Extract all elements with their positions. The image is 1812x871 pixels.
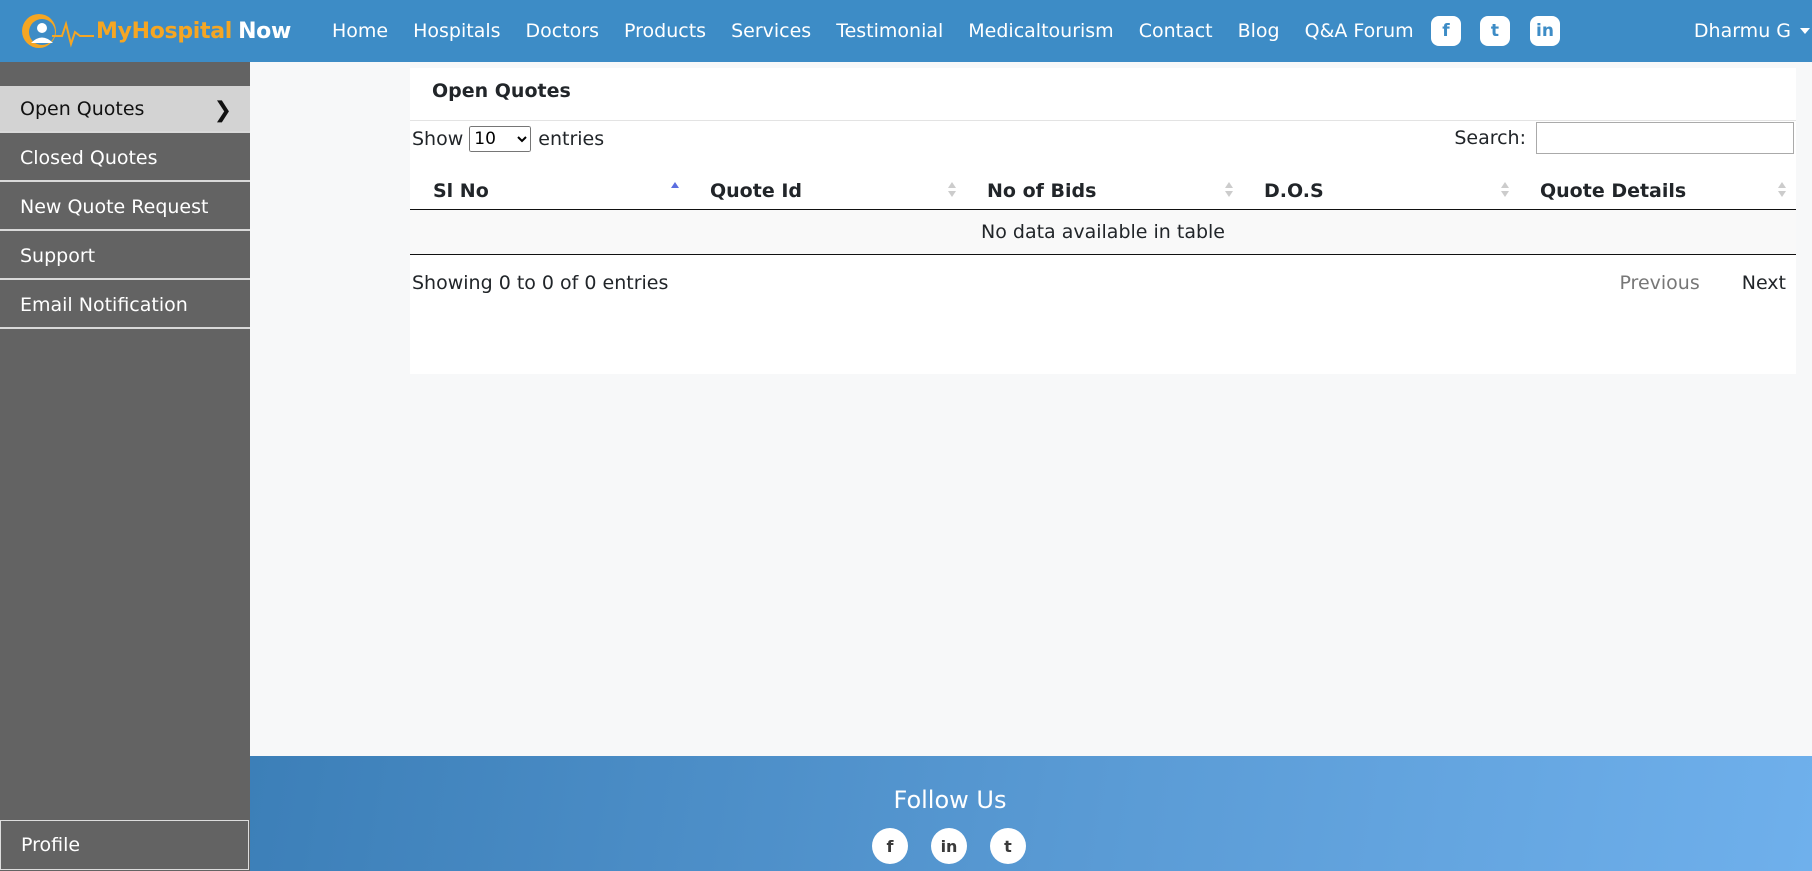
open-quotes-panel: Open Quotes Show 10 25 50 100 entries Se… [410,68,1796,374]
nav-products[interactable]: Products [624,20,706,42]
facebook-icon[interactable]: f [872,828,908,864]
entries-label: entries [538,128,605,150]
user-menu[interactable]: Dharmu G [1694,0,1812,62]
nav-home[interactable]: Home [332,20,388,42]
column-header-dos[interactable]: D.O.S [1264,172,1324,209]
sidebar-item-support[interactable]: Support [0,233,250,280]
chevron-right-icon: ❯ [213,98,232,123]
brand-name-secondary: Now [238,18,292,44]
sort-asc-icon [671,182,679,200]
twitter-icon[interactable]: t [990,828,1026,864]
sort-icon [1778,182,1786,200]
sidebar-item-closed-quotes[interactable]: Closed Quotes [0,135,250,182]
follow-us-heading: Follow Us [893,786,1007,814]
nav-doctors[interactable]: Doctors [526,20,600,42]
table-info: Showing 0 to 0 of 0 entries [412,272,669,294]
sidebar-item-label: Closed Quotes [20,146,158,169]
nav-blog[interactable]: Blog [1238,20,1280,42]
nav-testimonial[interactable]: Testimonial [836,20,943,42]
previous-button[interactable]: Previous [1619,272,1699,294]
search-input[interactable] [1536,122,1794,154]
column-header-quote-details[interactable]: Quote Details [1540,172,1686,209]
sidebar-item-email-notification[interactable]: Email Notification [0,282,250,329]
column-header-no-of-bids[interactable]: No of Bids [987,172,1096,209]
table-row-empty: No data available in table [410,210,1796,255]
sidebar-item-label: Email Notification [20,293,188,316]
sort-icon [1225,182,1233,200]
profile-button[interactable]: Profile [0,820,249,870]
user-name: Dharmu G [1693,20,1791,42]
next-button[interactable]: Next [1742,272,1786,294]
chevron-down-icon [1800,28,1810,34]
sort-icon [948,182,956,200]
table-header: Sl No Quote Id No of Bids D.O.S Quote De… [410,172,1796,211]
linkedin-icon[interactable]: in [1530,16,1560,46]
top-navbar: MyHospital Now Home Hospitals Doctors Pr… [0,0,1812,62]
facebook-icon[interactable]: f [1431,16,1461,46]
nav-medicaltourism[interactable]: Medicaltourism [968,20,1113,42]
pagination: Previous Next [1619,272,1786,294]
brand-logo[interactable]: MyHospital Now [18,10,291,52]
sidebar-item-new-quote-request[interactable]: New Quote Request [0,184,250,231]
table-search: Search: [1454,122,1794,154]
brand-name-primary: MyHospital [96,18,233,44]
entries-select[interactable]: 10 25 50 100 [469,126,532,152]
search-label: Search: [1454,127,1526,149]
sidebar-item-open-quotes[interactable]: Open Quotes ❯ [0,86,250,133]
sidebar-item-label: New Quote Request [20,195,209,218]
nav-hospitals[interactable]: Hospitals [413,20,500,42]
nav-services[interactable]: Services [731,20,811,42]
logo-icon [22,14,94,48]
twitter-icon[interactable]: t [1480,16,1510,46]
entries-length-control: Show 10 25 50 100 entries [412,126,604,152]
page-title: Open Quotes [432,80,571,102]
sidebar: Open Quotes ❯ Closed Quotes New Quote Re… [0,62,250,871]
nav-contact[interactable]: Contact [1139,20,1213,42]
divider [410,120,1796,121]
linkedin-icon[interactable]: in [931,828,967,864]
sidebar-item-label: Open Quotes [20,97,145,120]
sort-icon [1501,182,1509,200]
column-header-sl-no[interactable]: Sl No [433,172,489,209]
nav-qa-forum[interactable]: Q&A Forum [1305,20,1414,42]
show-label: Show [412,128,464,150]
column-header-quote-id[interactable]: Quote Id [710,172,802,209]
main-nav: Home Hospitals Doctors Products Services… [332,0,1439,62]
sidebar-item-label: Support [20,244,96,267]
footer: Follow Us f in t [250,756,1812,871]
